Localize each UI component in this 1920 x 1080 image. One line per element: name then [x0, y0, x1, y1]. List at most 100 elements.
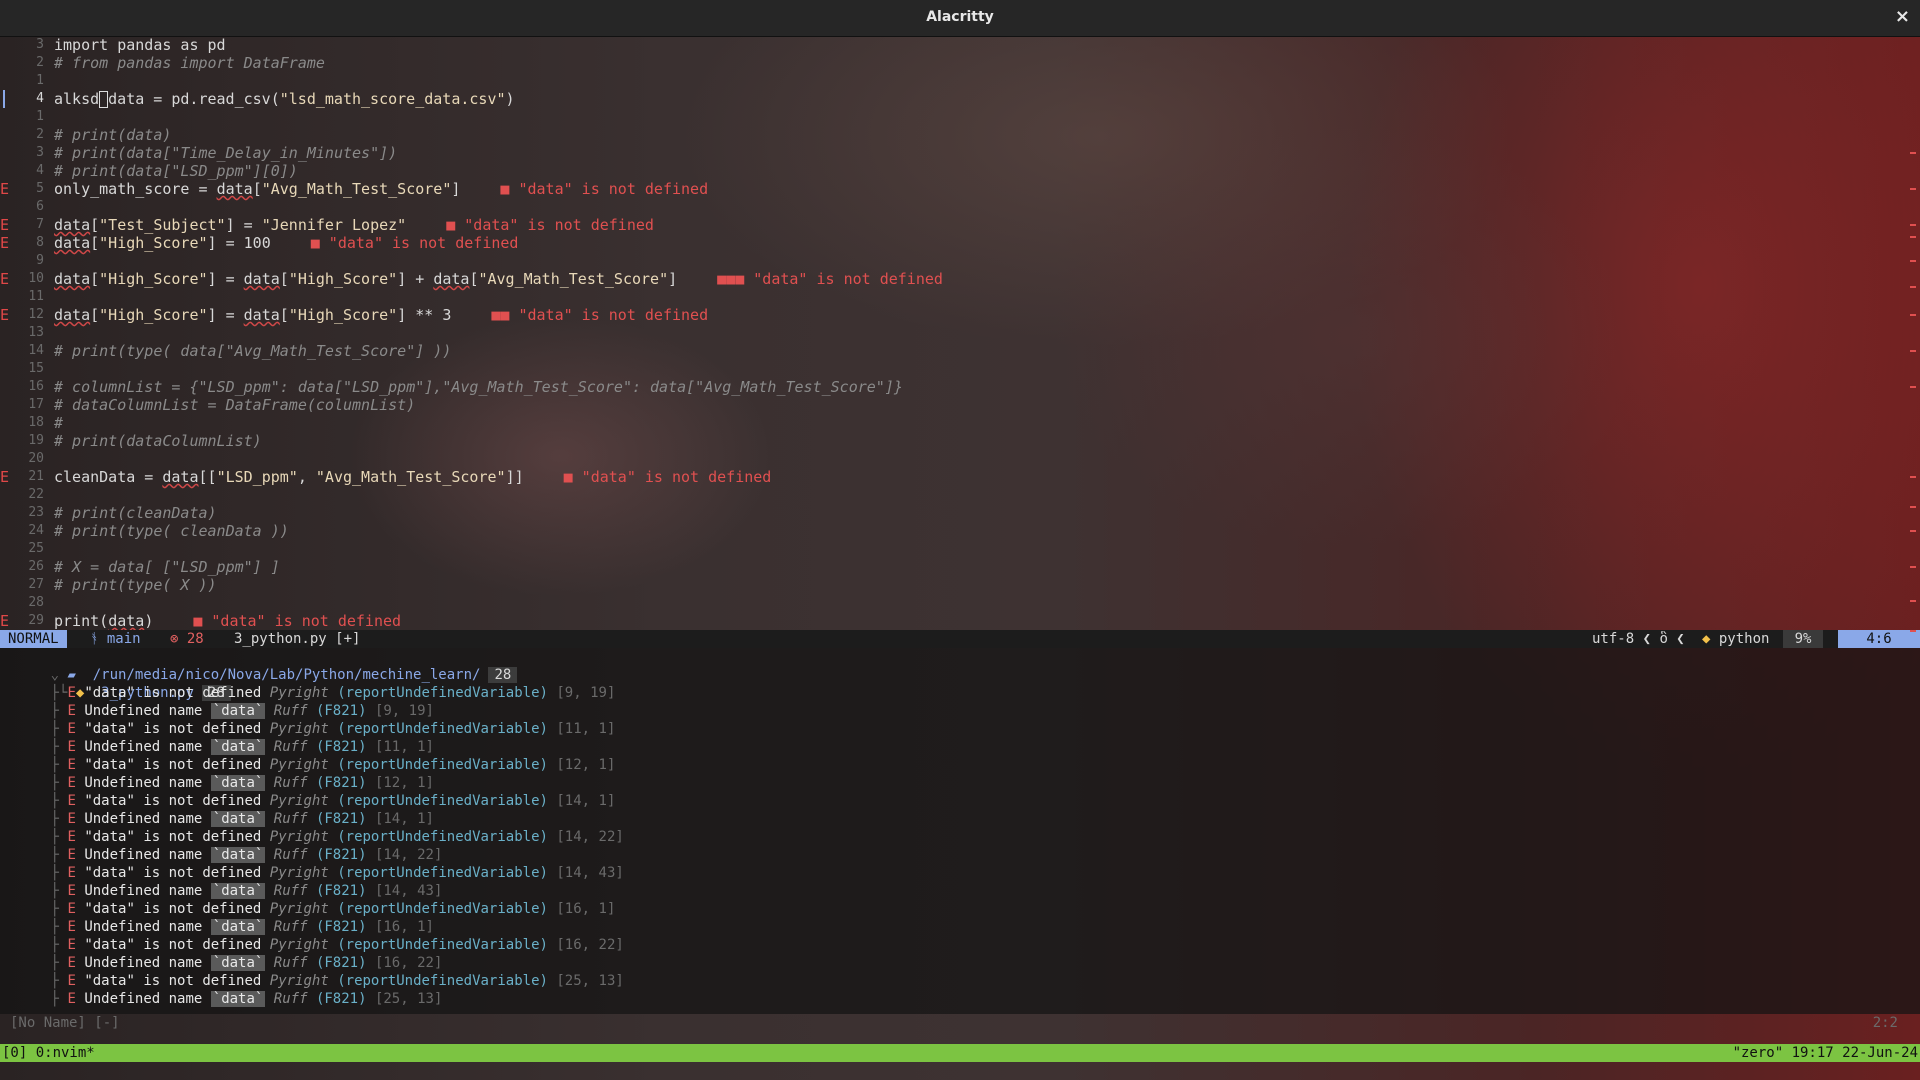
code-text[interactable]: alksd data = pd.read_csv("lsd_math_score_…	[54, 90, 515, 108]
code-line[interactable]: 3 # print(data["Time_Delay_in_Minutes"])	[0, 144, 1920, 162]
line-number: 9	[36, 253, 44, 268]
diagnostic-item[interactable]: ├ E "data" is not defined Pyright (repor…	[0, 936, 624, 954]
diagnostic-source: Ruff	[273, 883, 308, 899]
code-line[interactable]: 20	[0, 450, 1920, 468]
code-text[interactable]: data["High_Score"] = data["High_Score"] …	[54, 306, 708, 324]
code-line-error[interactable]: E 7 data["Test_Subject"] = "Jennifer Lopez…	[0, 216, 1920, 234]
code-text[interactable]: # print(data["Time_Delay_in_Minutes"])	[54, 144, 397, 162]
diagnostic-item[interactable]: ├ E Undefined name `data` Ruff (F821) [1…	[0, 918, 434, 936]
code-text[interactable]: data["High_Score"] = data["High_Score"] …	[54, 270, 943, 288]
error-sign: E	[0, 468, 10, 486]
code-line[interactable]: 2 # from pandas import DataFrame	[0, 54, 1920, 72]
code-text[interactable]: cleanData = data[["LSD_ppm", "Avg_Math_T…	[54, 468, 771, 486]
diagnostic-item[interactable]: ├ E "data" is not defined Pyright (repor…	[0, 828, 624, 846]
diagnostic-item[interactable]: ├ E "data" is not defined Pyright (repor…	[0, 792, 616, 810]
code-line[interactable]: 15	[0, 360, 1920, 378]
scrollbar-error-mark	[1910, 600, 1916, 602]
inline-diagnostic: ■ "data" is not defined	[500, 180, 709, 198]
diagnostic-item[interactable]: ├ E "data" is not defined Pyright (repor…	[0, 720, 616, 738]
diagnostic-item[interactable]: ├ E Undefined name `data` Ruff (F821) [1…	[0, 882, 442, 900]
error-sign: E	[0, 234, 10, 252]
code-line-error[interactable]: E 8 data["High_Score"] = 100 ■ "data" is no…	[0, 234, 1920, 252]
diagnostic-item[interactable]: ├ E Undefined name `data` Ruff (F821) [1…	[0, 846, 442, 864]
diagnostic-item[interactable]: ├ E Undefined name `data` Ruff (F821) [1…	[0, 774, 434, 792]
diagnostic-message: "data" is not defined	[84, 757, 262, 773]
code-line[interactable]: 24 # print(type( cleanData ))	[0, 522, 1920, 540]
code-line[interactable]: 4 # print(data["LSD_ppm"][0])	[0, 162, 1920, 180]
code-text[interactable]: # print(type( cleanData ))	[54, 522, 289, 540]
code-line[interactable]: 1	[0, 72, 1920, 90]
code-text[interactable]: # dataColumnList = DataFrame(columnList)	[54, 396, 415, 414]
scrollbar-error-mark	[1910, 260, 1916, 262]
tree-branch-icon: ├	[0, 919, 68, 935]
code-line[interactable]: 4 alksd data = pd.read_csv("lsd_math_score…	[0, 90, 1920, 108]
code-text[interactable]: # print(type( data["Avg_Math_Test_Score"…	[54, 342, 451, 360]
diagnostic-item[interactable]: ├ E Undefined name `data` Ruff (F821) [2…	[0, 990, 442, 1008]
code-line[interactable]: 3 import pandas as pd	[0, 36, 1920, 54]
code-line-error[interactable]: E 5 only_math_score = data["Avg_Math_Test_…	[0, 180, 1920, 198]
code-line[interactable]: 6	[0, 198, 1920, 216]
line-number: 22	[28, 487, 44, 502]
diagnostic-code: (F821)	[315, 811, 367, 827]
diagnostic-item[interactable]: ├ E "data" is not defined Pyright (repor…	[0, 864, 624, 882]
diagnostic-item[interactable]: ├ E Undefined name `data` Ruff (F821) [9…	[0, 702, 434, 720]
code-line[interactable]: 17 # dataColumnList = DataFrame(columnLis…	[0, 396, 1920, 414]
code-text[interactable]: data["High_Score"] = 100 ■ "data" is not …	[54, 234, 518, 252]
code-line-error[interactable]: E 12 data["High_Score"] = data["High_Score…	[0, 306, 1920, 324]
code-text[interactable]: # print(dataColumnList)	[54, 432, 262, 450]
diagnostic-item[interactable]: ├ E "data" is not defined Pyright (repor…	[0, 756, 616, 774]
code-line-error[interactable]: E 21 cleanData = data[["LSD_ppm", "Avg_Mat…	[0, 468, 1920, 486]
code-line[interactable]: 18 #	[0, 414, 1920, 432]
code-line[interactable]: 22	[0, 486, 1920, 504]
code-text[interactable]: data["Test_Subject"] = "Jennifer Lopez" ■…	[54, 216, 654, 234]
code-line[interactable]: 2 # print(data)	[0, 126, 1920, 144]
code-line[interactable]: 25	[0, 540, 1920, 558]
code-text[interactable]: print(data) ■ "data" is not defined	[54, 612, 401, 630]
code-text[interactable]: # print(data["LSD_ppm"][0])	[54, 162, 298, 180]
code-text[interactable]: # print(type( X ))	[54, 576, 217, 594]
code-text[interactable]: #	[54, 414, 63, 432]
code-line[interactable]: 26 # X = data[ ["LSD_ppm"] ]	[0, 558, 1920, 576]
diagnostic-message: Undefined name	[84, 883, 203, 899]
code-text[interactable]: only_math_score = data["Avg_Math_Test_Sc…	[54, 180, 708, 198]
code-line[interactable]: 9	[0, 252, 1920, 270]
identifier-badge: `data`	[210, 811, 266, 827]
diagnostic-item[interactable]: ├ E "data" is not defined Pyright (repor…	[0, 900, 616, 918]
diagnostic-message: "data" is not defined	[84, 973, 262, 989]
scrollbar-error-mark	[1910, 506, 1916, 508]
close-icon[interactable]: ×	[1895, 6, 1910, 27]
diagnostics-path-row[interactable]: ⌄ ▰ /run/media/nico/Nova/Lab/Python/mech…	[0, 648, 518, 683]
code-text[interactable]: # columnList = {"LSD_ppm": data["LSD_ppm…	[54, 378, 903, 396]
code-line[interactable]: 28	[0, 594, 1920, 612]
tree-branch-icon: ├	[0, 955, 68, 971]
diagnostic-item[interactable]: ├ E "data" is not defined Pyright (repor…	[0, 972, 624, 990]
code-line-error[interactable]: E 29 print(data) ■ "data" is not defined	[0, 612, 1920, 630]
code-text[interactable]: # print(cleanData)	[54, 504, 217, 522]
tree-branch-icon: ├	[0, 847, 68, 863]
diagnostic-code: (F821)	[315, 739, 367, 755]
code-text[interactable]: # X = data[ ["LSD_ppm"] ]	[54, 558, 280, 576]
diagnostics-panel[interactable]: ⌄ ▰ /run/media/nico/Nova/Lab/Python/mech…	[0, 648, 1920, 1014]
line-number: 2	[36, 55, 44, 70]
diagnostic-item[interactable]: ├ E "data" is not defined Pyright (repor…	[0, 684, 616, 702]
diagnostic-item[interactable]: ├ E Undefined name `data` Ruff (F821) [1…	[0, 738, 434, 756]
tmux-session-info: "zero" 19:17 22-Jun-24	[1732, 1045, 1918, 1061]
diagnostics-file-row[interactable]: └ ◆ 3_python.py 28	[0, 666, 231, 701]
code-line[interactable]: 14 # print(type( data["Avg_Math_Test_Scor…	[0, 342, 1920, 360]
code-line-error[interactable]: E 10 data["High_Score"] = data["High_Score…	[0, 270, 1920, 288]
code-line[interactable]: 11	[0, 288, 1920, 306]
diagnostic-item[interactable]: ├ E Undefined name `data` Ruff (F821) [1…	[0, 810, 434, 828]
tmux-window-list[interactable]: [0] 0:nvim*	[2, 1044, 95, 1062]
code-line[interactable]: 19 # print(dataColumnList)	[0, 432, 1920, 450]
code-line[interactable]: 13	[0, 324, 1920, 342]
diagnostic-message: Undefined name	[84, 739, 203, 755]
code-text[interactable]: # from pandas import DataFrame	[54, 54, 325, 72]
code-line[interactable]: 1	[0, 108, 1920, 126]
code-line[interactable]: 27 # print(type( X ))	[0, 576, 1920, 594]
diagnostic-item[interactable]: ├ E Undefined name `data` Ruff (F821) [1…	[0, 954, 442, 972]
code-line[interactable]: 23 # print(cleanData)	[0, 504, 1920, 522]
code-text[interactable]: # print(data)	[54, 126, 171, 144]
code-line[interactable]: 16 # columnList = {"LSD_ppm": data["LSD_p…	[0, 378, 1920, 396]
code-text[interactable]: import pandas as pd	[54, 36, 226, 54]
identifier-badge: `data`	[210, 991, 266, 1007]
